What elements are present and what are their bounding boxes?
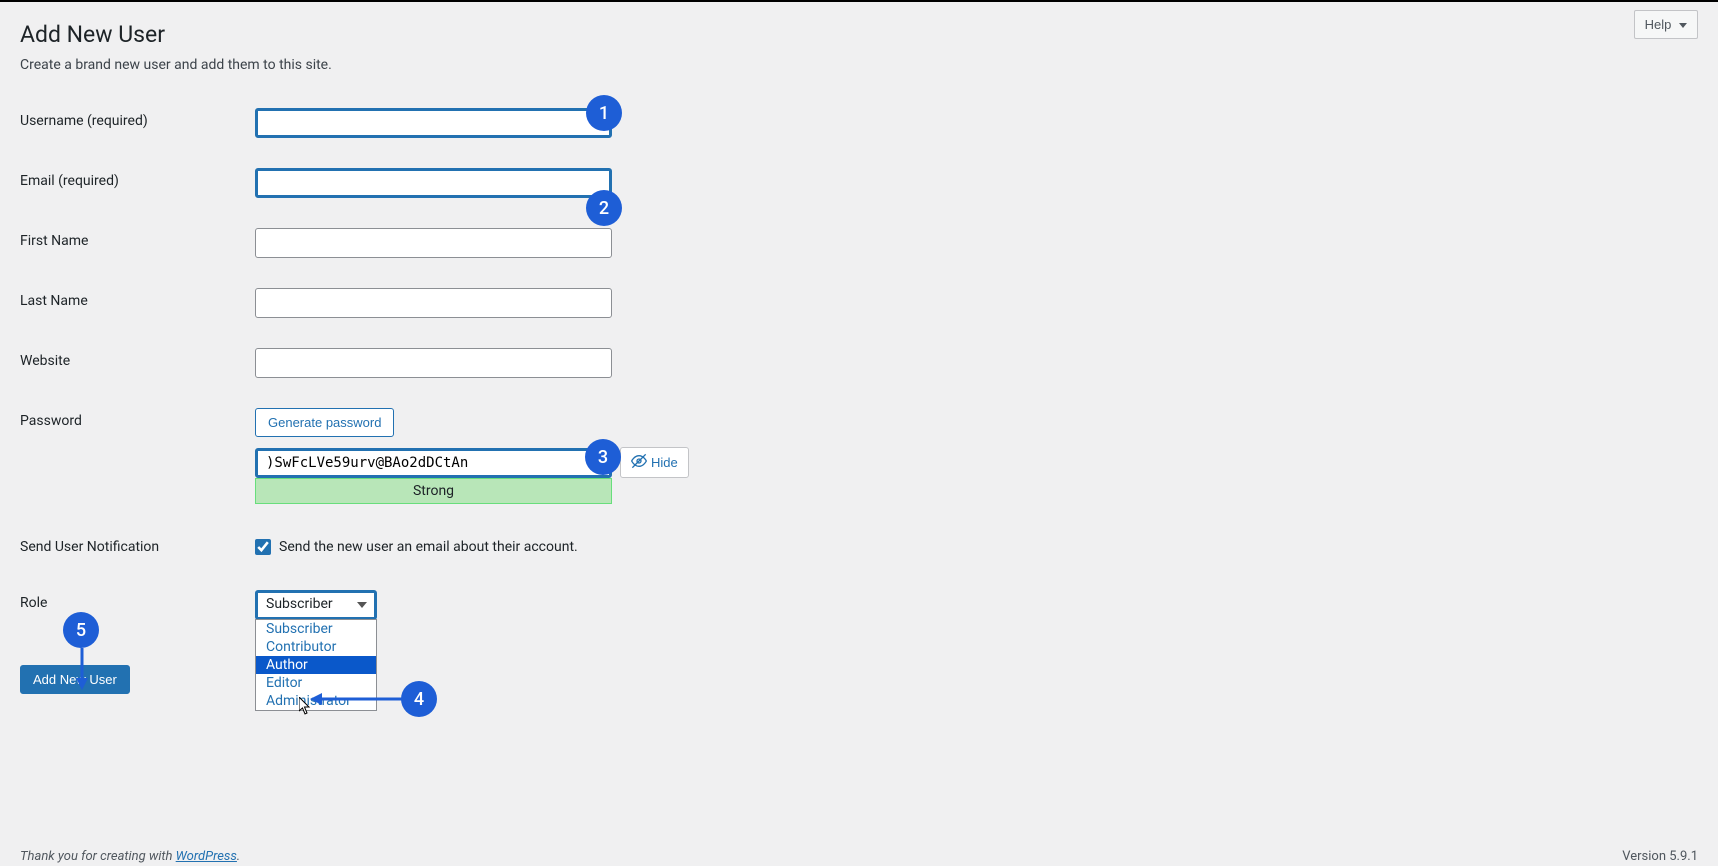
hide-password-button[interactable]: Hide bbox=[620, 447, 689, 478]
version-text: Version 5.9.1 bbox=[1622, 849, 1698, 864]
annotation-badge-1: 1 bbox=[586, 95, 622, 131]
password-label: Password bbox=[20, 393, 245, 519]
cursor-icon bbox=[299, 697, 313, 719]
page-title: Add New User bbox=[20, 12, 1698, 52]
annotation-badge-5: 5 bbox=[63, 612, 99, 648]
role-option-contributor[interactable]: Contributor bbox=[256, 638, 376, 656]
website-label: Website bbox=[20, 333, 245, 393]
help-label: Help bbox=[1645, 17, 1672, 32]
footer-credits: Thank you for creating with WordPress. bbox=[20, 849, 240, 864]
wordpress-link[interactable]: WordPress bbox=[176, 849, 237, 864]
page-description: Create a brand new user and add them to … bbox=[20, 57, 1698, 73]
password-input[interactable] bbox=[255, 448, 612, 478]
role-select[interactable]: Subscriber bbox=[255, 590, 377, 620]
last-name-input[interactable] bbox=[255, 288, 612, 318]
username-label: Username (required) bbox=[20, 93, 245, 153]
dropdown-arrow-icon bbox=[1679, 23, 1687, 28]
window-top-border bbox=[0, 0, 1718, 2]
email-input[interactable] bbox=[255, 168, 612, 198]
hide-label: Hide bbox=[651, 455, 678, 470]
role-label: Role bbox=[20, 575, 245, 635]
eye-slash-icon bbox=[631, 453, 647, 472]
role-option-author[interactable]: Author bbox=[256, 656, 376, 674]
annotation-badge-3: 3 bbox=[585, 439, 621, 475]
password-strength-meter: Strong bbox=[255, 478, 612, 504]
first-name-label: First Name bbox=[20, 213, 245, 273]
notification-checkbox-label: Send the new user an email about their a… bbox=[279, 539, 578, 555]
website-input[interactable] bbox=[255, 348, 612, 378]
generate-password-button[interactable]: Generate password bbox=[255, 408, 394, 437]
annotation-badge-4: 4 bbox=[401, 681, 437, 717]
email-label: Email (required) bbox=[20, 153, 245, 213]
annotation-arrow-4 bbox=[310, 690, 405, 708]
notification-label: Send User Notification bbox=[20, 519, 245, 575]
annotation-badge-2: 2 bbox=[586, 190, 622, 226]
first-name-input[interactable] bbox=[255, 228, 612, 258]
role-option-subscriber[interactable]: Subscriber bbox=[256, 620, 376, 638]
username-input[interactable] bbox=[255, 108, 612, 138]
annotation-arrow-5 bbox=[73, 648, 91, 690]
send-notification-checkbox[interactable] bbox=[255, 539, 271, 555]
help-button[interactable]: Help bbox=[1634, 10, 1698, 39]
last-name-label: Last Name bbox=[20, 273, 245, 333]
